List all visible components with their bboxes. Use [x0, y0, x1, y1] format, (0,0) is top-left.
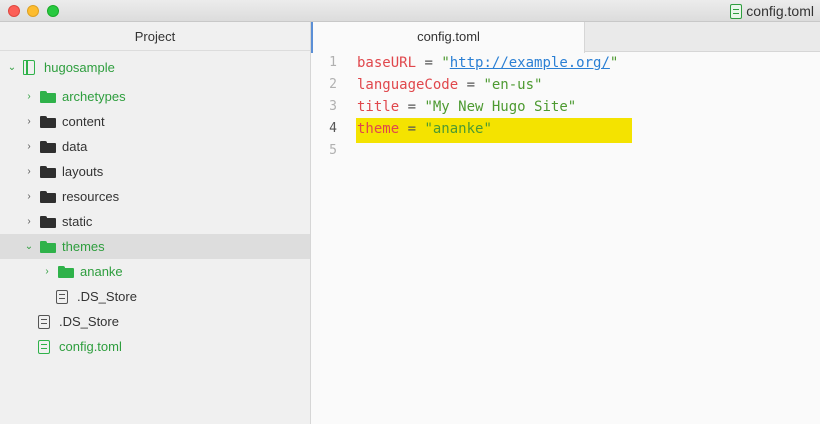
folder-icon — [40, 215, 56, 228]
chevron-right-icon[interactable]: › — [24, 141, 34, 152]
chevron-right-icon[interactable]: › — [24, 91, 34, 102]
tree-item-hugosample[interactable]: ⌄ hugosample — [0, 55, 310, 80]
code-line[interactable]: 1 baseURL = "http://example.org/" — [311, 52, 820, 74]
toml-operator: = — [416, 55, 442, 71]
tree-item-config-toml[interactable]: config.toml — [0, 334, 310, 359]
tree-item-label: static — [62, 214, 93, 229]
tree-item-content[interactable]: › content — [0, 109, 310, 134]
chevron-down-icon[interactable]: ⌄ — [7, 62, 17, 73]
toml-url-link[interactable]: http://example.org/ — [450, 55, 610, 71]
line-number: 2 — [329, 77, 337, 92]
tree-item-ds-store[interactable]: .DS_Store — [0, 309, 310, 334]
tree-item-label: .DS_Store — [59, 314, 119, 329]
file-icon — [38, 339, 50, 354]
toml-operator: = — [399, 121, 425, 137]
toml-string: "ananke" — [424, 121, 492, 137]
toml-quote: " — [609, 55, 619, 71]
code-line-current[interactable]: 4 theme = "ananke" — [311, 118, 820, 143]
toml-quote: " — [441, 55, 450, 71]
tree-item-label: content — [62, 114, 105, 129]
window-titlebar: config.toml — [0, 0, 820, 22]
line-number: 3 — [329, 99, 337, 114]
window-minimize-button[interactable] — [27, 5, 39, 17]
line-text: languageCode = "en-us" — [357, 74, 542, 96]
tree-item-label: themes — [62, 239, 105, 254]
tree-item-themes[interactable]: ⌄ themes — [0, 234, 310, 259]
code-line[interactable]: 5 — [311, 140, 820, 162]
window-maximize-button[interactable] — [47, 5, 59, 17]
folder-icon — [40, 115, 56, 128]
sidebar-header: Project — [0, 22, 310, 51]
file-icon — [38, 314, 50, 329]
line-text: baseURL = "http://example.org/" — [357, 52, 618, 74]
line-number: 1 — [329, 55, 337, 70]
tree-item-ds-store-themes[interactable]: .DS_Store — [0, 284, 310, 309]
toml-key: title — [357, 99, 400, 115]
toml-operator: = — [458, 77, 484, 93]
tree-item-static[interactable]: › static — [0, 209, 310, 234]
folder-icon — [40, 190, 56, 203]
chevron-right-icon[interactable]: › — [24, 216, 34, 227]
toml-operator: = — [399, 99, 425, 115]
tree-item-label: .DS_Store — [77, 289, 137, 304]
line-text: theme = "ananke" — [357, 118, 492, 140]
toml-key: baseURL — [357, 55, 417, 71]
folder-icon — [58, 265, 74, 278]
tab-config-toml[interactable]: config.toml — [311, 22, 585, 53]
chevron-right-icon[interactable]: › — [42, 266, 52, 277]
line-number: 4 — [329, 121, 337, 136]
toml-key: languageCode — [357, 77, 459, 93]
tree-item-label: resources — [62, 189, 120, 204]
chevron-right-icon[interactable]: › — [24, 191, 34, 202]
tree-item-label: data — [62, 139, 88, 154]
tree-item-label: layouts — [62, 164, 104, 179]
folder-icon — [40, 90, 56, 103]
editor-pane: config.toml 1 baseURL = "http://example.… — [311, 22, 820, 424]
editor-tab-bar: config.toml — [311, 22, 820, 53]
tree-item-layouts[interactable]: › layouts — [0, 159, 310, 184]
file-icon — [56, 289, 68, 304]
tree-item-label: ananke — [80, 264, 123, 279]
project-sidebar: Project ⌄ hugosample › archetypes › cont… — [0, 22, 311, 424]
window-title: config.toml — [730, 3, 814, 19]
window-close-button[interactable] — [8, 5, 20, 17]
folder-icon — [40, 240, 56, 253]
config-file-icon — [730, 3, 743, 19]
toml-string: "en-us" — [483, 77, 543, 93]
tree-item-label: hugosample — [44, 60, 115, 75]
repo-book-icon — [23, 60, 35, 75]
tree-item-ananke[interactable]: › ananke — [0, 259, 310, 284]
folder-icon — [40, 140, 56, 153]
window-title-text: config.toml — [746, 3, 814, 19]
toml-key: theme — [357, 121, 400, 137]
line-text: title = "My New Hugo Site" — [357, 96, 576, 118]
code-line[interactable]: 2 languageCode = "en-us" — [311, 74, 820, 96]
chevron-right-icon[interactable]: › — [24, 116, 34, 127]
chevron-down-icon[interactable]: ⌄ — [24, 241, 34, 252]
tree-item-archetypes[interactable]: › archetypes — [0, 84, 310, 109]
tree-item-resources[interactable]: › resources — [0, 184, 310, 209]
toml-string: "My New Hugo Site" — [424, 99, 577, 115]
line-number: 5 — [329, 143, 337, 158]
tree-item-data[interactable]: › data — [0, 134, 310, 159]
code-line[interactable]: 3 title = "My New Hugo Site" — [311, 96, 820, 118]
tree-item-label: config.toml — [59, 339, 122, 354]
folder-icon — [40, 165, 56, 178]
chevron-right-icon[interactable]: › — [24, 166, 34, 177]
tree-item-label: archetypes — [62, 89, 126, 104]
